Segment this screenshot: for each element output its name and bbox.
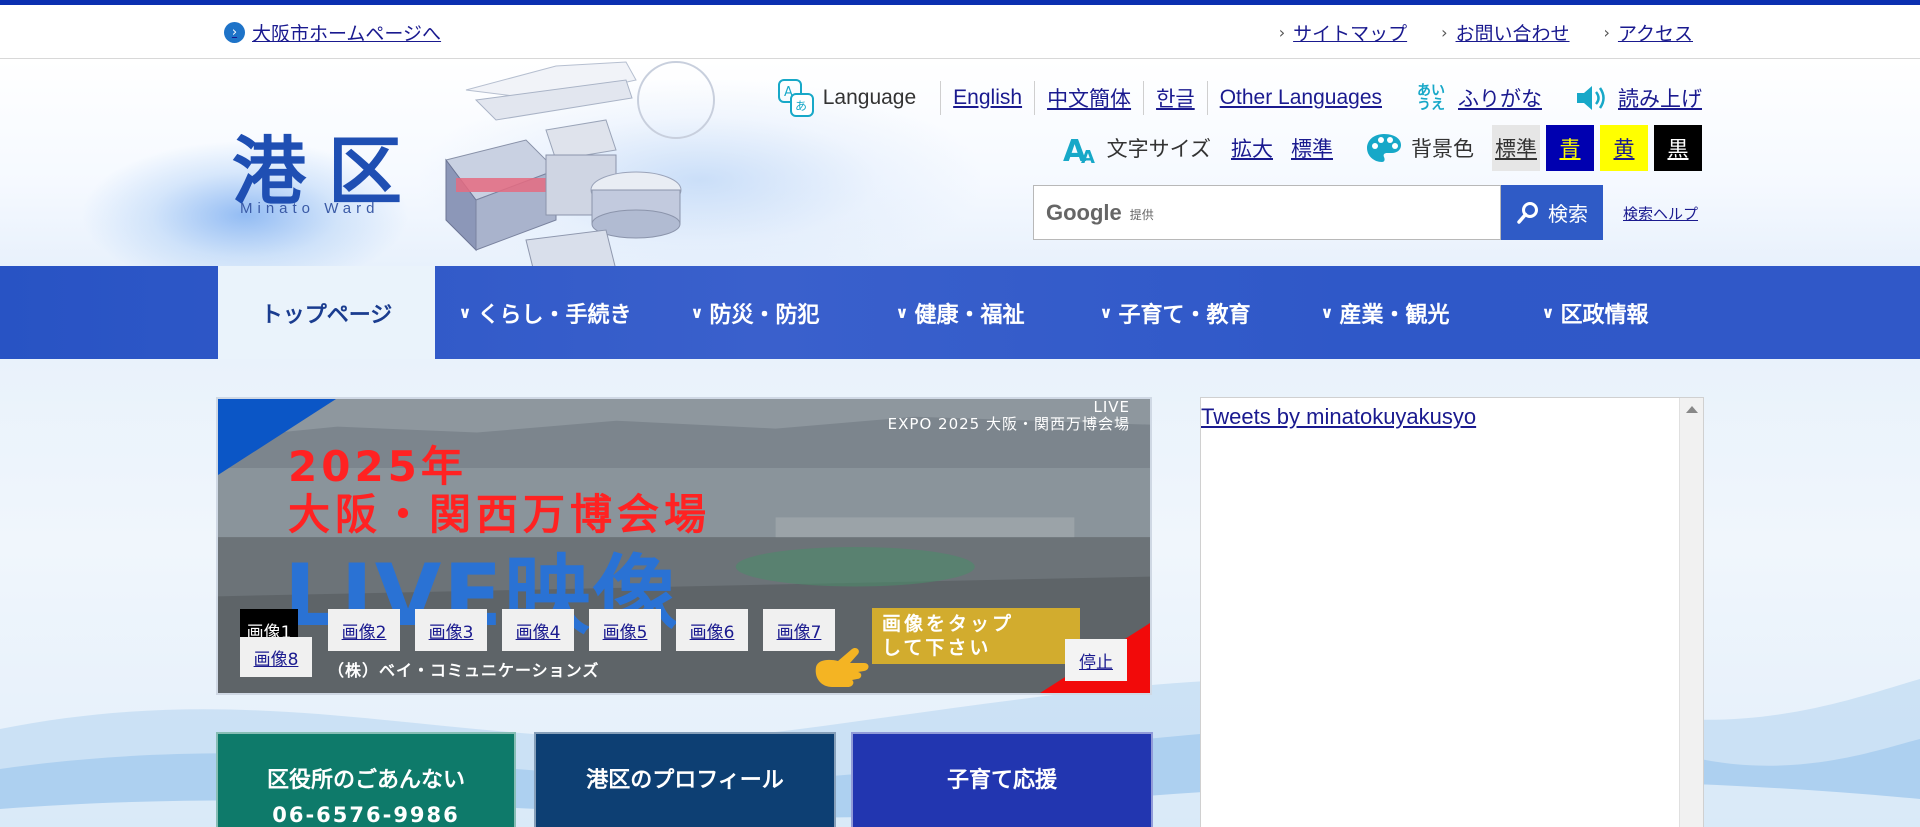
sitemap-link[interactable]: サイトマップ <box>1293 19 1407 46</box>
nav-ward-administration[interactable]: ∨ 区政情報 <box>1485 266 1705 359</box>
nav-health-welfare[interactable]: ∨ 健康・福祉 <box>855 266 1065 359</box>
tile-title: 区役所のごあんない <box>266 768 465 793</box>
nav-label: くらし・手続き <box>477 302 632 328</box>
search-input[interactable] <box>1161 192 1500 233</box>
global-navigation: トップページ ∨ くらし・手続き ∨ 防災・防犯 ∨ 健康・福祉 ∨ 子育て・教… <box>0 266 1920 359</box>
svg-text:A: A <box>1081 147 1095 165</box>
access-link[interactable]: アクセス <box>1618 19 1693 46</box>
bg-black-button[interactable]: 黒 <box>1654 125 1702 171</box>
nav-top-page[interactable]: トップページ <box>218 266 435 359</box>
nav-label: トップページ <box>260 302 393 328</box>
read-aloud-link[interactable]: 読み上げ <box>1618 83 1702 113</box>
slide-thumb-2[interactable]: 画像2 <box>328 609 400 651</box>
speaker-icon <box>1577 86 1605 110</box>
google-logo: Google <box>1046 199 1122 225</box>
search-box: Google 提供 <box>1033 185 1501 240</box>
nav-label: 産業・観光 <box>1339 302 1450 328</box>
live-caption: LIVE EXPO 2025 大阪・関西万博会場 <box>887 398 1130 433</box>
osaka-city-home-link[interactable]: › 大阪市ホームページへ <box>224 19 441 46</box>
bg-yellow-button[interactable]: 黄 <box>1600 125 1648 171</box>
childcare-support-tile[interactable]: 子育て応援 <box>851 732 1153 827</box>
background-color-label: 背景色 <box>1411 137 1474 161</box>
sitemap-link-wrap: › サイトマップ <box>1279 19 1407 46</box>
search-button[interactable]: 検索 <box>1501 185 1603 240</box>
slide-thumb-5[interactable]: 画像5 <box>589 609 661 651</box>
nav-childcare-education[interactable]: ∨ 子育て・教育 <box>1065 266 1285 359</box>
photo-credit: （株）ベイ・コミュニケーションズ <box>328 661 600 680</box>
language-english-link[interactable]: English <box>953 86 1022 110</box>
slide-thumb-4[interactable]: 画像4 <box>502 609 574 651</box>
search-icon <box>1517 201 1538 224</box>
osaka-city-home-label: 大阪市ホームページへ <box>252 23 442 45</box>
svg-text:あ: あ <box>795 99 807 113</box>
furigana-icon: あい うえ <box>1417 83 1445 113</box>
ward-logo-subtitle: Minato Ward <box>240 200 380 217</box>
tweets-link[interactable]: Tweets by minatokuyakusyo <box>1201 404 1476 430</box>
ward-profile-tile[interactable]: 港区のプロフィール <box>534 732 836 827</box>
chevron-down-icon: ∨ <box>1320 303 1334 322</box>
tile-title: 子育て応援 <box>946 768 1057 793</box>
google-provided-label: 提供 <box>1129 208 1154 222</box>
nav-label: 防災・防犯 <box>709 302 820 328</box>
nav-industry-tourism[interactable]: ∨ 産業・観光 <box>1285 266 1485 359</box>
chevron-right-icon: › <box>1278 23 1286 42</box>
chevron-right-icon: › <box>1441 23 1448 42</box>
access-link-wrap: › アクセス <box>1604 19 1693 46</box>
chevron-down-icon: ∨ <box>690 303 704 322</box>
chevron-right-icon: › <box>1603 23 1610 42</box>
text-size-icon: A A <box>1063 134 1095 165</box>
bg-blue-button[interactable]: 青 <box>1546 125 1594 171</box>
furigana-link[interactable]: ふりがな <box>1458 83 1542 113</box>
slide-thumb-6[interactable]: 画像6 <box>676 609 748 651</box>
nav-label: 子育て・教育 <box>1118 302 1251 328</box>
tile-title: 港区のプロフィール <box>586 768 784 793</box>
timeline-scrollbar[interactable] <box>1679 398 1703 827</box>
contact-link-wrap: › お問い合わせ <box>1441 19 1569 46</box>
twitter-timeline-panel: Tweets by minatokuyakusyo <box>1200 397 1704 827</box>
bg-standard-button[interactable]: 標準 <box>1492 125 1540 171</box>
search-button-label: 検索 <box>1548 202 1588 226</box>
nav-living-procedures[interactable]: ∨ くらし・手続き <box>435 266 655 359</box>
slide-thumb-8[interactable]: 画像8 <box>240 637 312 677</box>
divider <box>1206 81 1208 115</box>
expo-live-slideshow[interactable]: LIVE EXPO 2025 大阪・関西万博会場 2025年 大阪・関西万博会場… <box>216 397 1152 695</box>
language-bar: A あ Language English 中文簡体 한글 Other Langu… <box>777 78 1702 118</box>
utility-links: › サイトマップ › お問い合わせ › アクセス <box>1279 19 1693 46</box>
chevron-down-icon: ∨ <box>458 303 472 322</box>
utility-bar: › 大阪市ホームページへ › サイトマップ › お問い合わせ › アクセス <box>0 5 1920 59</box>
palette-icon <box>1367 134 1401 162</box>
divider <box>1034 81 1036 115</box>
language-label: Language <box>822 86 917 109</box>
language-icon: A あ <box>777 79 814 117</box>
divider <box>940 81 942 115</box>
chevron-right-circle-icon: › <box>224 22 245 43</box>
language-other-link[interactable]: Other Languages <box>1220 86 1382 110</box>
chevron-down-icon: ∨ <box>1541 303 1555 322</box>
nav-label: 健康・福祉 <box>914 302 1025 328</box>
nav-disaster-crime[interactable]: ∨ 防災・防犯 <box>655 266 855 359</box>
port-buildings-illustration <box>445 61 715 266</box>
text-size-enlarge-link[interactable]: 拡大 <box>1231 133 1273 163</box>
slideshow-stop-button[interactable]: 停止 <box>1065 639 1127 681</box>
nav-label: 区政情報 <box>1560 302 1649 328</box>
divider <box>1143 81 1145 115</box>
tap-instruction: 画像をタップ して下さい <box>872 608 1080 664</box>
chevron-down-icon: ∨ <box>1099 303 1113 322</box>
text-size-label: 文字サイズ <box>1106 137 1211 161</box>
search-help-link[interactable]: 検索ヘルプ <box>1623 203 1698 224</box>
text-size-standard-link[interactable]: 標準 <box>1291 133 1333 163</box>
tile-phone: 06-6576-9986 <box>272 803 460 827</box>
contact-link[interactable]: お問い合わせ <box>1456 19 1570 46</box>
text-size-bar: A A 文字サイズ 拡大 標準 背景色 標準 青 黄 黒 <box>1063 125 1702 171</box>
scroll-up-arrow-icon[interactable] <box>1686 406 1698 413</box>
slide-thumb-3[interactable]: 画像3 <box>415 609 487 651</box>
slide-thumb-7[interactable]: 画像7 <box>763 609 835 651</box>
chevron-down-icon: ∨ <box>895 303 909 322</box>
language-chinese-link[interactable]: 中文簡体 <box>1047 83 1131 113</box>
ward-office-guide-tile[interactable]: 区役所のごあんない 06-6576-9986 <box>216 732 516 827</box>
language-korean-link[interactable]: 한글 <box>1156 83 1195 113</box>
